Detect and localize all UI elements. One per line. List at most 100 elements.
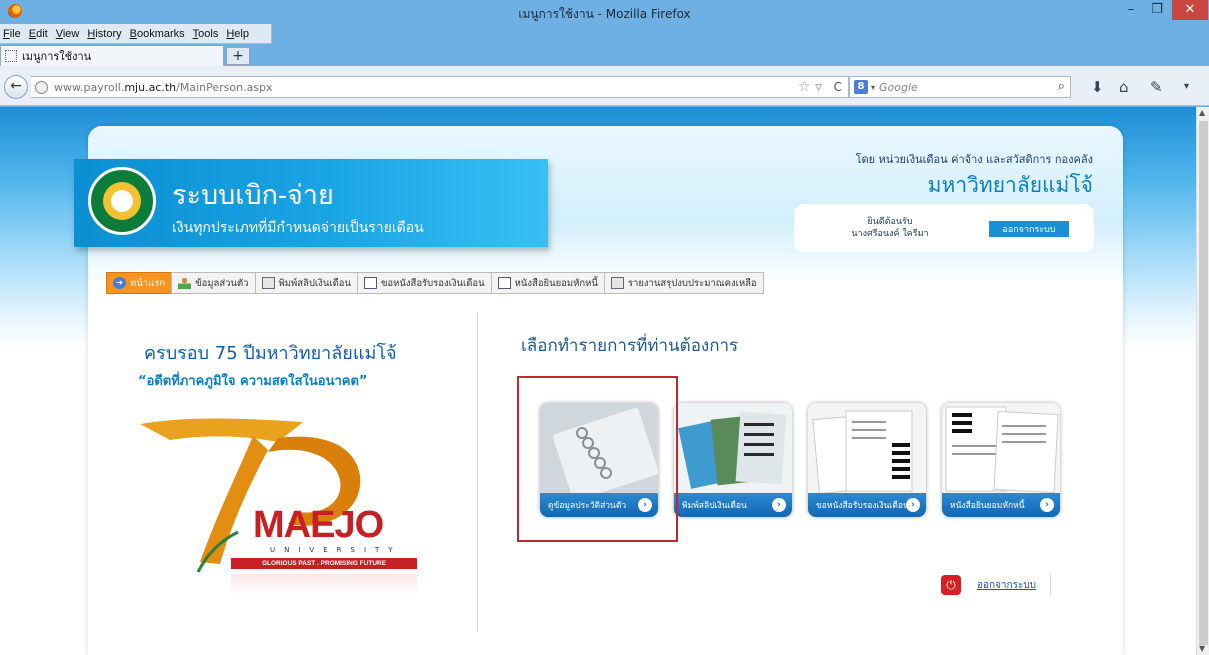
menu-prompt-title: เลือกทำรายการที่ท่านต้องการ [521,336,739,356]
card-debt-consent-bar: หนังสือยินยอมหักหนี้ › [942,493,1060,517]
menu-bookmarks[interactable]: Bookmarks [130,28,185,40]
tab-budget-report-label: รายงานสรุปงบประมาณคงเหลือ [627,277,757,289]
arrow-right-icon: › [906,498,920,512]
maejo-tagline: GLORIOUS PAST . PROMISING FUTURE [231,558,417,569]
menu-help[interactable]: Help [226,28,249,40]
welcome-text: ยินดีต้อนรับ นางศรีอนงค์ ใครีมา [830,216,950,240]
url-path: /MainPerson.aspx [176,80,273,94]
card-debt-consent[interactable]: หนังสือยินยอมหักหนี้ › [942,403,1060,517]
home-icon[interactable]: ⌂ [1119,78,1129,96]
home-icon: ➜ [113,277,126,289]
search-go-icon[interactable]: ⌕ [1058,79,1065,94]
system-banner: ระบบเบิก-จ่าย เงินทุกประเภทที่มีกำหนดจ่า… [74,159,548,247]
logout-area: ⏻ ออกจากระบบ [941,574,1052,596]
navigation-toolbar: ← www.payroll.mju.ac.th /MainPerson.aspx… [0,66,1209,106]
tab-favicon-icon [5,50,17,62]
tab-home[interactable]: ➜ หน้าแรก [106,272,172,294]
maejo-university-text: UNIVERSITY [270,546,402,554]
menu-tools[interactable]: Tools [193,28,219,40]
document-icon [497,277,511,289]
department-byline: โดย หน่วยเงินเดือน ค่าจ้าง และสวัสดิการ … [855,153,1093,166]
bookmark-star-icon[interactable]: ☆ ▿ [798,79,822,95]
card-print-slip[interactable]: พิมพ์สลิปเงินเดือน › [674,403,792,517]
consent-documents-image-icon [942,403,1060,493]
tab-salary-certificate-label: ขอหนังสือรับรองเงินเดือน [380,277,485,289]
user-icon [178,277,192,289]
seal-center [111,190,133,212]
minimize-button[interactable]: – [1118,0,1144,20]
search-engine-icon[interactable]: 8 [854,80,868,94]
url-host-prefix: www.payroll. [54,80,125,94]
url-bar[interactable]: www.payroll.mju.ac.th /MainPerson.aspx ☆… [31,76,849,98]
power-icon[interactable]: ⏻ [941,575,961,595]
tab-print-slip[interactable]: พิมพ์สลิปเงินเดือน [254,272,357,294]
browser-tab-active[interactable]: เมนูการใช้งาน [0,45,224,66]
tab-strip: เมนูการใช้งาน + [0,44,1209,66]
logo-reflection [231,574,417,596]
tab-budget-report[interactable]: รายงานสรุปงบประมาณคงเหลือ [603,272,764,294]
seal-ring [103,182,141,220]
url-host: www.payroll.mju.ac.th [54,81,176,94]
payslips-image-icon [674,403,792,493]
anniversary-title: ครบรอบ 75 ปีมหาวิทยาลัยแม่โจ้ [144,343,397,364]
search-input[interactable]: Google [879,81,918,94]
menu-view[interactable]: View [56,28,80,40]
extension-icon[interactable]: ✎ [1150,78,1163,96]
system-subtitle: เงินทุกประเภทที่มีกำหนดจ่ายเป็นรายเดือน [172,220,424,236]
downloads-icon[interactable]: ⬇ [1091,78,1104,96]
maximize-button[interactable]: ❐ [1144,0,1170,20]
logout-button[interactable]: ออกจากระบบ [988,220,1070,238]
menu-history[interactable]: History [87,28,121,40]
site-identity-globe-icon[interactable] [35,80,48,94]
card-debt-consent-label: หนังสือยินยอมหักหนี้ [950,501,1025,511]
logout-link[interactable]: ออกจากระบบ [977,578,1036,593]
scrollbar-thumb[interactable] [1199,121,1208,645]
arrow-right-icon: › [1040,498,1054,512]
reload-icon[interactable]: C [834,80,842,94]
vertical-scrollbar[interactable]: ▲ ▼ [1196,107,1209,655]
card-salary-certificate[interactable]: ขอหนังสือรับรองเงินเดือน › [808,403,926,517]
selection-highlight-box [517,376,678,542]
page-viewport: ระบบเบิก-จ่าย เงินทุกประเภทที่มีกำหนดจ่า… [0,107,1196,655]
printer-icon [261,277,275,289]
column-divider [477,312,478,632]
menu-file[interactable]: File [3,28,21,40]
document-icon [363,277,377,289]
menu-edit[interactable]: Edit [29,28,48,40]
search-bar[interactable]: 8 ▾ Google ⌕ [849,76,1071,98]
anniversary-motto: “อดีตที่ภาคภูมิใจ ความสดใสในอนาคต” [138,374,368,389]
certificate-documents-image-icon [808,403,926,493]
tab-personal-info-label: ข้อมูลส่วนตัว [195,277,249,289]
search-engine-dropdown-icon[interactable]: ▾ [871,83,875,92]
page-nav-tabs: ➜ หน้าแรก ข้อมูลส่วนตัว พิมพ์สลิปเงินเดื… [106,272,764,294]
overflow-menu-icon[interactable]: ▾ [1184,81,1189,92]
anniversary-panel: ครบรอบ 75 ปีมหาวิทยาลัยแม่โจ้ “อดีตที่ภา… [88,294,478,654]
tab-print-slip-label: พิมพ์สลิปเงินเดือน [278,277,351,289]
arrow-right-icon: › [772,498,786,512]
tab-debt-consent-label: หนังสือยินยอมหักหนี้ [514,277,598,289]
tab-title: เมนูการใช้งาน [22,50,92,63]
card-salary-certificate-label: ขอหนังสือรับรองเงินเดือน [816,501,909,511]
main-container: ระบบเบิก-จ่าย เงินทุกประเภทที่มีกำหนดจ่า… [74,126,1123,655]
university-seal-icon [88,167,156,235]
card-salary-certificate-bar: ขอหนังสือรับรองเงินเดือน › [808,493,926,517]
tab-personal-info[interactable]: ข้อมูลส่วนตัว [171,272,255,294]
system-title: ระบบเบิก-จ่าย [172,180,334,210]
tab-debt-consent[interactable]: หนังสือยินยอมหักหนี้ [490,272,604,294]
university-name: มหาวิทยาลัยแม่โจ้ [927,173,1093,197]
url-host-domain: mju.ac.th [124,80,177,94]
new-tab-button[interactable]: + [226,47,250,65]
back-button[interactable]: ← [4,75,28,99]
scroll-down-arrow-icon[interactable]: ▼ [1199,644,1205,653]
window-titlebar: เมนูการใช้งาน - Mozilla Firefox – ❐ ✕ [0,0,1209,24]
logout-separator [1050,574,1052,596]
scroll-up-arrow-icon[interactable]: ▲ [1199,108,1205,117]
user-name: นางศรีอนงค์ ใครีมา [851,229,929,239]
tab-salary-certificate[interactable]: ขอหนังสือรับรองเงินเดือน [356,272,491,294]
printer-icon [610,277,624,289]
maejo-wordmark: MAEJO [253,504,384,546]
close-window-button[interactable]: ✕ [1172,0,1208,20]
tab-home-label: หน้าแรก [130,277,166,289]
user-box: ยินดีต้อนรับ นางศรีอนงค์ ใครีมา ออกจากระ… [794,204,1094,252]
card-print-slip-bar: พิมพ์สลิปเงินเดือน › [674,493,792,517]
